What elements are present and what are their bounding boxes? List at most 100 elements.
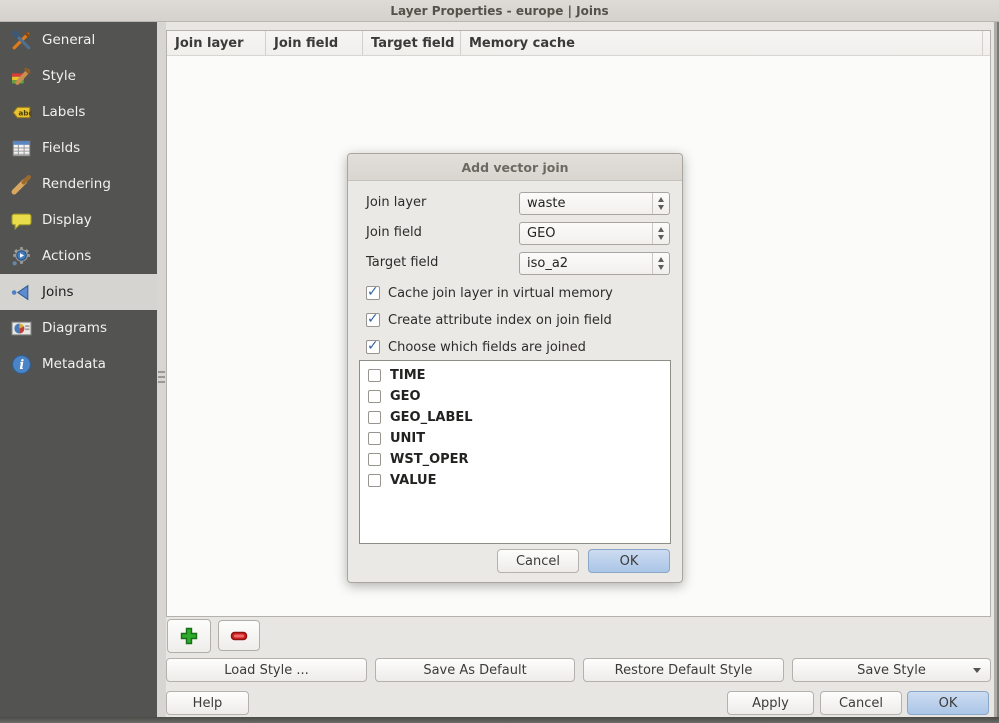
create-index-checkbox[interactable]: Create attribute index on join field [366,311,612,329]
sidebar-splitter[interactable] [157,22,166,717]
ok-button[interactable]: OK [907,691,989,715]
join-field-label: Join field [366,225,422,240]
checkbox-checked-icon [366,313,380,327]
field-list-item[interactable]: UNIT [360,428,670,449]
checkbox-unchecked-icon [368,474,381,487]
join-field-value: GEO [520,226,652,241]
save-style-button[interactable]: Save Style [792,658,991,682]
properties-sidebar: General Style abc Labels Fields Renderin… [0,22,157,717]
target-field-value: iso_a2 [520,256,652,271]
sidebar-item-style[interactable]: Style [0,58,157,94]
column-header-target-field[interactable]: Target field [363,31,461,55]
sidebar-item-rendering[interactable]: Rendering [0,166,157,202]
join-layer-value: waste [520,196,652,211]
help-button[interactable]: Help [166,691,249,715]
dialog-ok-button[interactable]: OK [588,549,670,573]
create-index-label: Create attribute index on join field [388,313,612,328]
plus-icon [179,626,199,646]
remove-join-button[interactable] [218,620,260,651]
join-arrow-icon [10,281,32,303]
window-bottom-border [0,717,999,723]
svg-text:abc: abc [18,108,32,117]
choose-fields-checkbox[interactable]: Choose which fields are joined [366,338,586,356]
column-header-join-field[interactable]: Join field [266,31,363,55]
cancel-button[interactable]: Cancel [820,691,902,715]
tools-icon [10,29,32,51]
sidebar-item-label: Display [42,212,92,228]
restore-default-style-button[interactable]: Restore Default Style [583,658,784,682]
sidebar-item-label: Fields [42,140,80,156]
sidebar-item-general[interactable]: General [0,22,157,58]
pie-diagram-icon [10,317,32,339]
field-list-item[interactable]: VALUE [360,470,670,491]
sidebar-item-label: Metadata [42,356,106,372]
sidebar-item-labels[interactable]: abc Labels [0,94,157,130]
sidebar-item-joins[interactable]: Joins [0,274,157,310]
window-right-border [994,22,999,717]
choose-fields-label: Choose which fields are joined [388,340,586,355]
join-table-header: Join layer Join field Target field Memor… [167,31,990,56]
sidebar-item-label: Diagrams [42,320,107,336]
sidebar-item-label: Actions [42,248,91,264]
cache-join-checkbox[interactable]: Cache join layer in virtual memory [366,284,613,302]
apply-button[interactable]: Apply [727,691,814,715]
field-list-item[interactable]: TIME [360,365,670,386]
paintbrush-colors-icon [10,65,32,87]
checkbox-unchecked-icon [368,432,381,445]
load-style-button[interactable]: Load Style ... [166,658,367,682]
checkbox-unchecked-icon [368,369,381,382]
cache-join-label: Cache join layer in virtual memory [388,286,613,301]
spinner-arrows-icon[interactable] [652,253,669,274]
column-header-join-layer[interactable]: Join layer [167,31,266,55]
join-layer-row: Join layer waste [348,192,682,215]
field-label: VALUE [390,473,437,488]
dialog-title: Add vector join [461,160,568,175]
join-layer-label: Join layer [366,195,426,210]
attribute-table-icon [10,137,32,159]
sidebar-item-label: Labels [42,104,85,120]
join-field-combo[interactable]: GEO [519,222,670,245]
field-list-item[interactable]: GEO_LABEL [360,407,670,428]
sidebar-item-actions[interactable]: Actions [0,238,157,274]
field-label: WST_OPER [390,452,469,467]
sidebar-item-metadata[interactable]: i Metadata [0,346,157,382]
sidebar-item-label: Rendering [42,176,111,192]
save-as-default-button[interactable]: Save As Default [375,658,575,682]
field-label: TIME [390,368,426,383]
splitter-grip-icon [158,368,165,386]
dialog-cancel-button[interactable]: Cancel [497,549,579,573]
chevron-down-icon [973,668,981,673]
add-join-button[interactable] [167,619,211,653]
target-field-row: Target field iso_a2 [348,252,682,275]
info-icon: i [10,353,32,375]
sidebar-item-fields[interactable]: Fields [0,130,157,166]
window-title: Layer Properties - europe | Joins [390,4,608,18]
gear-action-icon [10,245,32,267]
field-list-item[interactable]: WST_OPER [360,449,670,470]
sidebar-item-display[interactable]: Display [0,202,157,238]
target-field-combo[interactable]: iso_a2 [519,252,670,275]
field-label: UNIT [390,431,425,446]
spinner-arrows-icon[interactable] [652,193,669,214]
spinner-arrows-icon[interactable] [652,223,669,244]
speech-bubble-icon [10,209,32,231]
sidebar-item-label: General [42,32,95,48]
minus-icon [229,626,249,646]
abc-tag-icon: abc [10,101,32,123]
field-label: GEO_LABEL [390,410,473,425]
checkbox-unchecked-icon [368,453,381,466]
join-field-row: Join field GEO [348,222,682,245]
add-vector-join-dialog: Add vector join Join layer waste Join fi… [347,153,683,583]
target-field-label: Target field [366,255,438,270]
save-style-label: Save Style [857,663,926,678]
sidebar-item-diagrams[interactable]: Diagrams [0,310,157,346]
checkbox-checked-icon [366,340,380,354]
brush-icon [10,173,32,195]
field-list-item[interactable]: GEO [360,386,670,407]
window-titlebar[interactable]: Layer Properties - europe | Joins [0,0,999,22]
checkbox-unchecked-icon [368,411,381,424]
dialog-titlebar[interactable]: Add vector join [348,154,682,181]
join-layer-combo[interactable]: waste [519,192,670,215]
checkbox-checked-icon [366,286,380,300]
column-header-memory-cache[interactable]: Memory cache [461,31,983,55]
